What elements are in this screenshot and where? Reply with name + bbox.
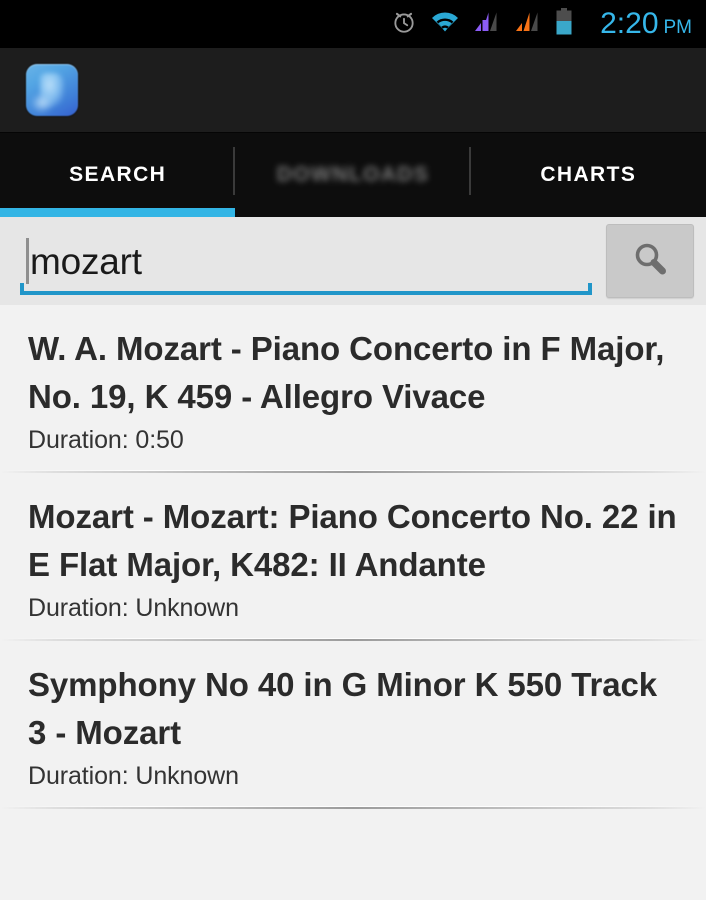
result-title: W. A. Mozart - Piano Concerto in F Major… <box>28 325 678 420</box>
status-bar: 2:20 PM <box>0 0 706 48</box>
wifi-icon <box>430 10 460 39</box>
list-item[interactable]: W. A. Mozart - Piano Concerto in F Major… <box>0 305 706 471</box>
result-title: Symphony No 40 in G Minor K 550 Track 3 … <box>28 661 678 756</box>
list-divider <box>0 639 706 641</box>
result-duration: Duration: Unknown <box>28 762 678 791</box>
signal-sim1-icon <box>473 10 501 39</box>
app-screen: 2:20 PM SEARCH DOWNLOADS CHARTS mozart <box>0 0 706 900</box>
search-button[interactable] <box>606 224 694 298</box>
status-bar-icons: 2:20 PM <box>391 7 692 41</box>
tab-search-label: SEARCH <box>69 163 166 187</box>
text-caret <box>26 238 29 284</box>
tab-downloads-label: DOWNLOADS <box>277 163 430 187</box>
search-input-value: mozart <box>30 243 142 280</box>
tab-charts-label: CHARTS <box>540 163 636 187</box>
status-bar-clock: 2:20 PM <box>600 7 692 41</box>
list-item[interactable]: Symphony No 40 in G Minor K 550 Track 3 … <box>0 641 706 807</box>
search-input[interactable]: mozart <box>10 227 592 295</box>
clock-time-value: 2:20 <box>600 7 658 41</box>
list-divider <box>0 807 706 809</box>
tab-search[interactable]: SEARCH <box>0 133 235 217</box>
app-bar <box>0 48 706 133</box>
search-icon <box>628 237 672 286</box>
search-input-underline <box>20 291 592 295</box>
search-bar: mozart <box>0 217 706 305</box>
alarm-icon <box>391 9 417 40</box>
tab-downloads[interactable]: DOWNLOADS <box>235 133 470 217</box>
result-duration: Duration: 0:50 <box>28 426 678 455</box>
app-logo-icon[interactable] <box>26 64 78 116</box>
battery-icon <box>555 8 573 41</box>
list-divider <box>0 471 706 473</box>
signal-sim2-icon <box>514 10 542 39</box>
tab-charts[interactable]: CHARTS <box>471 133 706 217</box>
result-title: Mozart - Mozart: Piano Concerto No. 22 i… <box>28 493 678 588</box>
tab-bar: SEARCH DOWNLOADS CHARTS <box>0 133 706 217</box>
tab-selected-indicator <box>0 208 235 217</box>
search-results-list: W. A. Mozart - Piano Concerto in F Major… <box>0 305 706 809</box>
list-item[interactable]: Mozart - Mozart: Piano Concerto No. 22 i… <box>0 473 706 639</box>
clock-ampm: PM <box>664 17 693 39</box>
result-duration: Duration: Unknown <box>28 594 678 623</box>
